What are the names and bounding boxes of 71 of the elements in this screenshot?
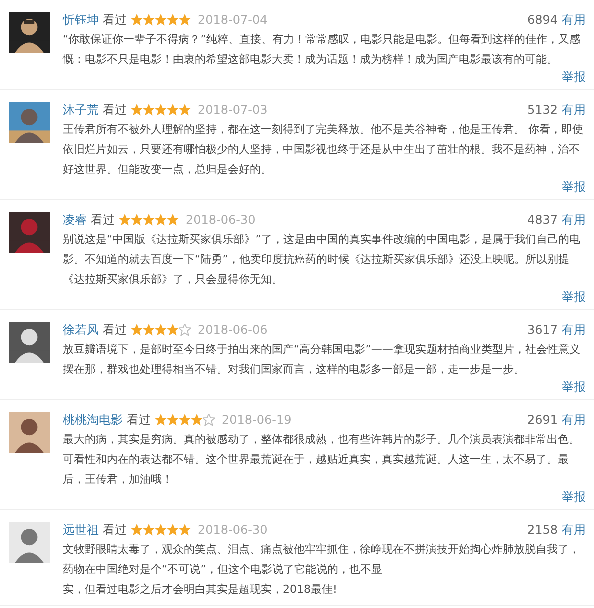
star-icon <box>179 324 191 336</box>
star-icon <box>179 14 191 26</box>
star-icon <box>131 104 143 116</box>
watched-label: 看过 <box>127 412 151 428</box>
star-icon <box>167 104 179 116</box>
report-link[interactable]: 举报 <box>562 178 586 196</box>
star-icon <box>143 14 155 26</box>
star-icon <box>155 14 167 26</box>
star-icon <box>167 14 179 26</box>
report-link[interactable]: 举报 <box>562 378 586 396</box>
watched-label: 看过 <box>103 102 127 118</box>
star-icon <box>155 214 167 226</box>
star-icon <box>155 414 167 426</box>
vote-count: 4837 <box>527 213 558 227</box>
star-icon <box>119 214 131 226</box>
star-icon <box>179 414 191 426</box>
star-icon <box>143 104 155 116</box>
star-icon <box>131 14 143 26</box>
review-date: 2018-06-30 <box>186 213 256 227</box>
useful-link[interactable]: 有用 <box>562 102 586 118</box>
star-icon <box>131 214 143 226</box>
star-icon <box>179 104 191 116</box>
vote-count: 2158 <box>527 523 558 537</box>
watched-label: 看过 <box>103 322 127 338</box>
review-text: 文牧野眼睛太毒了，观众的笑点、泪点、痛点被他牢牢抓住，徐峥现在不拼演技开始掏心炸肺放脱自我了，药物在中国绝对是个“不可说”，但这个电影说了它能说的，也不显 实，但看过电影之后才会明白其实是超现实，2018最佳! <box>63 542 581 598</box>
user-link[interactable]: 凌睿 <box>63 212 87 228</box>
watched-label: 看过 <box>103 522 127 538</box>
review-date: 2018-06-06 <box>198 323 268 337</box>
star-icon <box>167 414 179 426</box>
watched-label: 看过 <box>103 12 127 28</box>
user-link[interactable]: 徐若风 <box>63 322 99 338</box>
star-icon <box>155 524 167 536</box>
useful-link[interactable]: 有用 <box>562 412 586 428</box>
review-date: 2018-06-19 <box>222 413 292 427</box>
report-link[interactable]: 举报 <box>562 288 586 306</box>
review-text: 放豆瓣语境下，是部时至今日终于拍出来的国产“高分韩国电影”——拿现实题材拍商业类型片，社会性意义摆在那，群戏也处理得相当不错。对我们国家而言，这样的电影多一部是一部，走一步是一步。 <box>63 342 582 378</box>
star-icon <box>167 324 179 336</box>
vote-count: 5132 <box>527 103 558 117</box>
watched-label: 看过 <box>91 212 115 228</box>
star-icon <box>131 324 143 336</box>
vote-count: 6894 <box>527 13 558 27</box>
vote-count: 2691 <box>527 413 558 427</box>
star-icon <box>203 414 215 426</box>
review-date: 2018-07-03 <box>198 103 268 117</box>
user-link[interactable]: 桃桃淘电影 <box>63 412 123 428</box>
report-link[interactable]: 举报 <box>562 488 586 506</box>
useful-link[interactable]: 有用 <box>562 322 586 338</box>
vote-count: 3617 <box>527 323 558 337</box>
star-icon <box>155 104 167 116</box>
review-text: 别说这是“中国版《达拉斯买家俱乐部》”了，这是由中国的真实事件改编的中国电影，是属于我们自己的电影。不知道的就去百度一下“陆勇”，他卖印度抗癌药的时候《达拉斯买家俱乐部》还没上映呢。所以别提《达拉斯买家俱乐部》了，只会显得你无知。 <box>63 232 582 288</box>
useful-link[interactable]: 有用 <box>562 12 586 28</box>
review-date: 2018-06-30 <box>198 523 268 537</box>
star-icon <box>167 214 179 226</box>
user-link[interactable]: 沐子荒 <box>63 102 99 118</box>
useful-link[interactable]: 有用 <box>562 212 586 228</box>
star-icon <box>155 324 167 336</box>
user-link[interactable]: 远世祖 <box>63 522 99 538</box>
star-icon <box>167 524 179 536</box>
star-icon <box>143 324 155 336</box>
review-text: 王传君所有不被外人理解的坚持，都在这一刻得到了完美释放。他不是关谷神奇，他是王传君。 你看，即使依旧烂片如云，只要还有哪怕极少的人坚持，中国影视也终于还是从中生出了茁壮的根。我不是药神，治不好这世界。但能改变一点，总归是会好的。 <box>63 122 584 178</box>
star-icon <box>131 524 143 536</box>
review-date: 2018-07-04 <box>198 13 268 27</box>
review-text: 最大的病，其实是穷病。真的被感动了，整体都很成熟，也有些许韩片的影子。几个演员表演都非常出色。可看性和内在的表达都不错。这个世界最荒诞在于，越贴近真实，真实越荒诞。人这一生，太不易了。最后，王传君，加油哦！ <box>63 432 581 488</box>
star-icon <box>191 414 203 426</box>
report-link[interactable]: 举报 <box>562 68 586 86</box>
review-text: “你敢保证你一辈子不得病？”纯粹、直接、有力！常常感叹，电影只能是电影。但每看到这样的佳作，又感慨：电影不只是电影！由衷的希望这部电影大卖！成为话题！成为榜样！成为国产电影最该有的可能。 <box>63 32 582 68</box>
useful-link[interactable]: 有用 <box>562 522 586 538</box>
star-icon <box>179 524 191 536</box>
star-icon <box>143 214 155 226</box>
star-icon <box>143 524 155 536</box>
user-link[interactable]: 忻钰坤 <box>63 12 99 28</box>
